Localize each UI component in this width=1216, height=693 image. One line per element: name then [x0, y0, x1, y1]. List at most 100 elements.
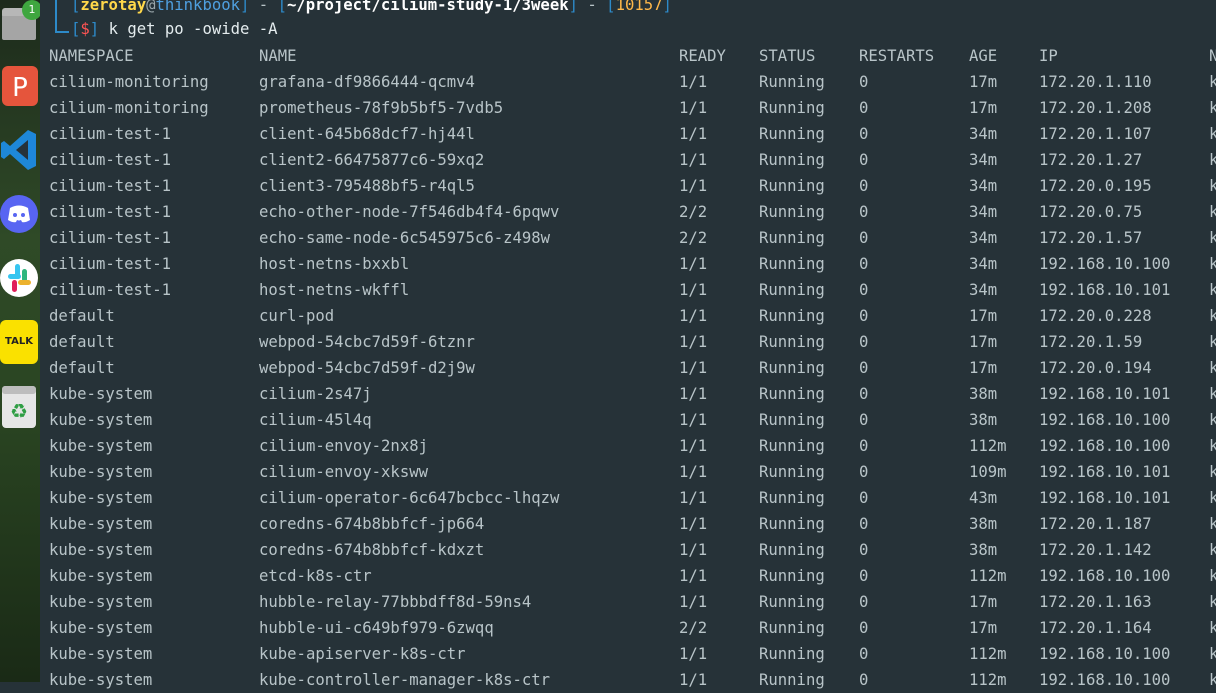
cell-node: k	[1209, 437, 1216, 455]
svg-text:P: P	[12, 73, 28, 103]
cell-status: Running	[759, 125, 825, 143]
cell-restarts: 0	[859, 177, 869, 195]
cell-ready: 2/2	[679, 619, 708, 637]
cell-namespace: kube-system	[49, 385, 153, 403]
cell-name: cilium-envoy-xksww	[259, 463, 428, 481]
cell-age: 112m	[969, 671, 1007, 689]
cell-name: grafana-df9866444-qcmv4	[259, 73, 475, 91]
cell-restarts: 0	[859, 567, 869, 585]
cell-age: 17m	[969, 99, 998, 117]
cell-age: 34m	[969, 151, 998, 169]
cell-restarts: 0	[859, 333, 869, 351]
cell-status: Running	[759, 411, 825, 429]
cell-age: 34m	[969, 125, 998, 143]
cell-restarts: 0	[859, 593, 869, 611]
cell-status: Running	[759, 255, 825, 273]
column-header-node: N	[1209, 47, 1216, 65]
cell-namespace: kube-system	[49, 489, 153, 507]
cell-restarts: 0	[859, 437, 869, 455]
cell-ip: 172.20.1.163	[1039, 593, 1152, 611]
cell-ready: 1/1	[679, 307, 708, 325]
cell-age: 34m	[969, 229, 998, 247]
cell-ip: 192.168.10.101	[1039, 281, 1171, 299]
cell-ready: 1/1	[679, 281, 708, 299]
cell-name: coredns-674b8bbfcf-kdxzt	[259, 541, 485, 559]
kakaotalk-icon[interactable]: TALK	[0, 318, 38, 366]
cell-name: cilium-envoy-2nx8j	[259, 437, 428, 455]
cell-ready: 1/1	[679, 437, 708, 455]
cell-node: k	[1209, 229, 1216, 247]
cell-restarts: 0	[859, 515, 869, 533]
cell-namespace: cilium-test-1	[49, 281, 172, 299]
cell-restarts: 0	[859, 307, 869, 325]
cell-age: 112m	[969, 437, 1007, 455]
cell-ready: 1/1	[679, 125, 708, 143]
cell-status: Running	[759, 463, 825, 481]
cell-status: Running	[759, 99, 825, 117]
cell-name: webpod-54cbc7d59f-6tznr	[259, 333, 475, 351]
cell-status: Running	[759, 645, 825, 663]
cell-age: 112m	[969, 567, 1007, 585]
column-header-status: STATUS	[759, 47, 816, 65]
cell-ip: 172.20.1.107	[1039, 125, 1152, 143]
cell-restarts: 0	[859, 203, 869, 221]
cell-restarts: 0	[859, 385, 869, 403]
column-header-ip: IP	[1039, 47, 1058, 65]
terminal-output[interactable]: [zerotay@thinkbook] - [~/project/cilium-…	[49, 0, 1216, 689]
cell-name: cilium-2s47j	[259, 385, 372, 403]
prompt-user: zerotay	[80, 0, 147, 14]
vscode-icon[interactable]	[0, 126, 38, 174]
cell-namespace: cilium-test-1	[49, 229, 172, 247]
prompt-connector-top	[55, 0, 69, 20]
wps-presentation-icon[interactable]: P	[0, 62, 38, 110]
cell-node: k	[1209, 125, 1216, 143]
cell-ready: 1/1	[679, 151, 708, 169]
cell-name: host-netns-wkffl	[259, 281, 410, 299]
cell-node: k	[1209, 593, 1216, 611]
cell-namespace: kube-system	[49, 411, 153, 429]
discord-icon[interactable]	[0, 190, 38, 238]
cell-name: cilium-45l4q	[259, 411, 372, 429]
cell-namespace: kube-system	[49, 515, 153, 533]
cell-namespace: default	[49, 359, 115, 377]
cell-namespace: kube-system	[49, 463, 153, 481]
cell-status: Running	[759, 671, 825, 689]
cell-restarts: 0	[859, 229, 869, 247]
cell-status: Running	[759, 151, 825, 169]
command-line: [$] k get po -owide -A	[71, 20, 278, 38]
cell-namespace: kube-system	[49, 437, 153, 455]
cell-name: kube-controller-manager-k8s-ctr	[259, 671, 551, 689]
cell-ready: 1/1	[679, 73, 708, 91]
cell-ready: 1/1	[679, 255, 708, 273]
cell-namespace: default	[49, 333, 115, 351]
cell-node: k	[1209, 515, 1216, 533]
cell-ready: 1/1	[679, 333, 708, 351]
cell-name: hubble-relay-77bbbdff8d-59ns4	[259, 593, 532, 611]
cell-age: 38m	[969, 385, 998, 403]
cell-node: k	[1209, 645, 1216, 663]
cell-node: k	[1209, 281, 1216, 299]
cell-ready: 1/1	[679, 463, 708, 481]
cell-name: prometheus-78f9b5bf5-7vdb5	[259, 99, 504, 117]
cell-node: k	[1209, 541, 1216, 559]
cell-status: Running	[759, 307, 825, 325]
cell-namespace: cilium-monitoring	[49, 99, 209, 117]
cell-name: echo-same-node-6c545975c6-z498w	[259, 229, 551, 247]
cell-status: Running	[759, 489, 825, 507]
prompt-at: @	[146, 0, 156, 14]
cell-status: Running	[759, 177, 825, 195]
cell-name: echo-other-node-7f546db4f4-6pqwv	[259, 203, 560, 221]
slack-icon[interactable]	[0, 254, 38, 302]
cell-node: k	[1209, 177, 1216, 195]
cell-status: Running	[759, 437, 825, 455]
cell-namespace: cilium-test-1	[49, 125, 172, 143]
trash-icon[interactable]: ♻	[0, 382, 38, 430]
cell-ready: 1/1	[679, 567, 708, 585]
cell-namespace: kube-system	[49, 567, 153, 585]
files-icon[interactable]: 1	[0, 0, 40, 48]
cell-ip: 172.20.1.27	[1039, 151, 1143, 169]
cell-ready: 1/1	[679, 489, 708, 507]
notification-badge: 1	[22, 0, 40, 20]
cell-ip: 172.20.0.194	[1039, 359, 1152, 377]
cell-age: 34m	[969, 177, 998, 195]
